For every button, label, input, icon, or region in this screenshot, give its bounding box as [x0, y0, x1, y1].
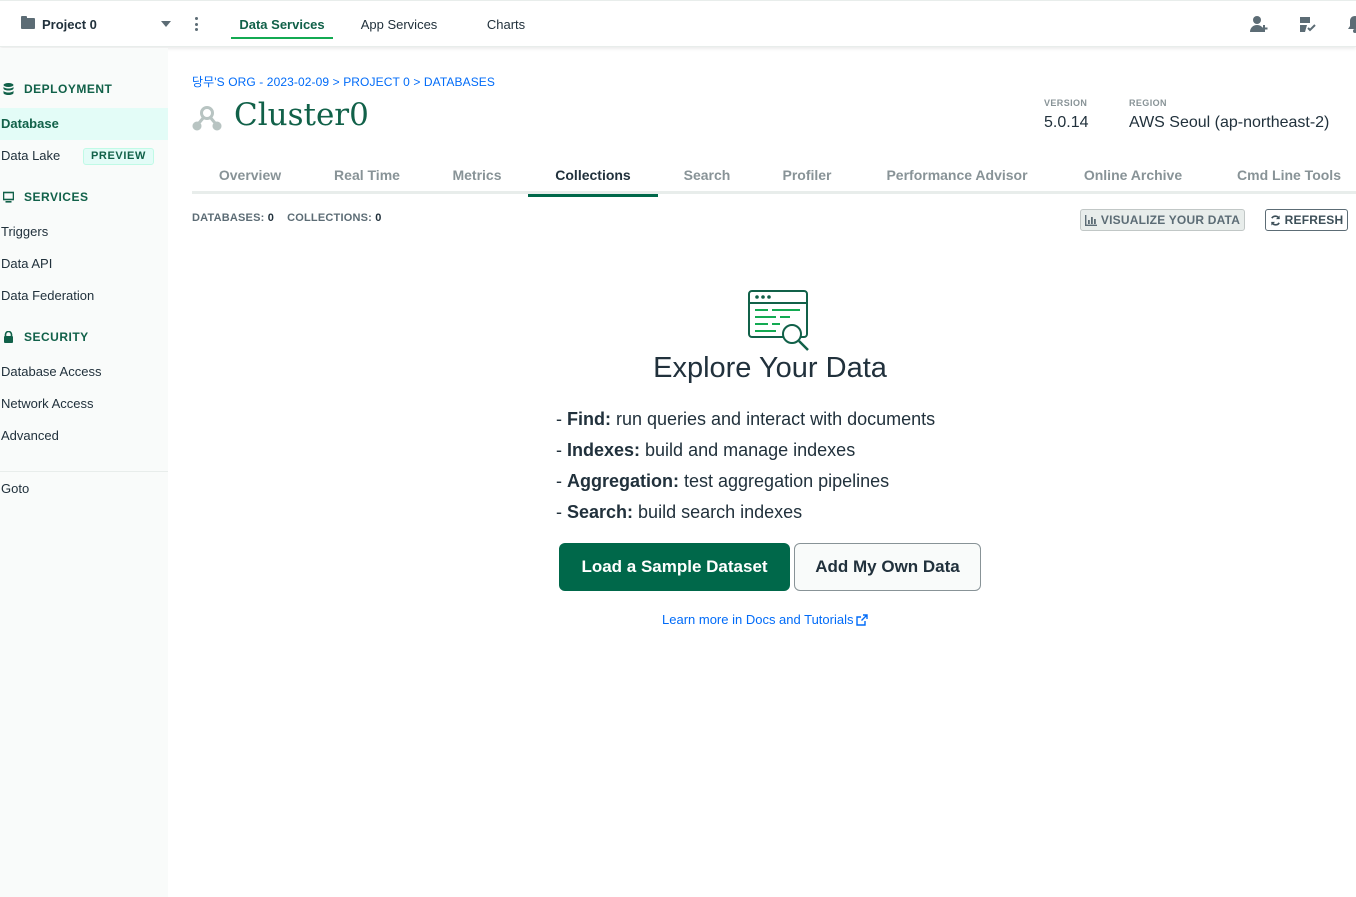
learn-more-link-label: Learn more in Docs and Tutorials — [662, 612, 854, 627]
top-navigation-bar: Project 0 Data Services App Services Cha… — [0, 0, 1356, 47]
sidebar-section-security: SECURITY — [0, 327, 168, 347]
feature-description: run queries and interact with documents — [610, 409, 936, 429]
collections-count-value: 0 — [375, 212, 382, 224]
tab-performance-advisor[interactable]: Performance Advisor — [870, 159, 1044, 194]
version-label: VERSION — [1044, 98, 1088, 108]
more-options-icon[interactable] — [190, 15, 202, 33]
sidebar-section-title: DEPLOYMENT — [24, 82, 113, 96]
region-label: REGION — [1129, 98, 1167, 108]
sidebar-section-services: SERVICES — [0, 187, 168, 207]
databases-count-value: 0 — [267, 212, 275, 224]
bullet-prefix: - — [556, 471, 567, 491]
sidebar-item-database[interactable]: Database — [0, 108, 168, 140]
visualize-button-label: VISUALIZE YOUR DATA — [1100, 213, 1241, 227]
project-name: Project 0 — [42, 17, 97, 32]
breadcrumb-project-link[interactable]: PROJECT 0 — [343, 75, 410, 89]
add-my-own-data-button[interactable]: Add My Own Data — [794, 543, 981, 591]
nav-tab-charts[interactable]: Charts — [478, 1, 534, 47]
tab-collections[interactable]: Collections — [528, 159, 658, 197]
sidebar-item-data-federation[interactable]: Data Federation — [0, 280, 168, 312]
cluster-tabs: Overview Real Time Metrics Collections S… — [192, 159, 1356, 197]
tab-cmd-line-tools[interactable]: Cmd Line Tools — [1222, 159, 1356, 194]
breadcrumb-org-link[interactable]: 당무'S ORG - 2023-02-09 — [192, 75, 329, 89]
lock-icon — [4, 331, 13, 343]
feature-item-aggregation: - Aggregation: test aggregation pipeline… — [556, 469, 935, 500]
feature-item-indexes: - Indexes: build and manage indexes — [556, 438, 935, 469]
feature-list: - Find: run queries and interact with do… — [556, 407, 935, 531]
invite-user-icon[interactable] — [1249, 14, 1269, 34]
preview-badge: PREVIEW — [83, 148, 154, 165]
sidebar-item-triggers[interactable]: Triggers — [0, 216, 168, 248]
tab-online-archive[interactable]: Online Archive — [1068, 159, 1198, 194]
feature-term: Indexes: — [567, 440, 641, 460]
feature-description: build search indexes — [633, 502, 803, 522]
monitor-icon — [3, 191, 14, 203]
bullet-prefix: - — [556, 502, 567, 522]
tab-metrics[interactable]: Metrics — [438, 159, 516, 194]
feature-term: Search: — [567, 502, 634, 522]
chevron-down-icon — [161, 21, 171, 27]
feature-description: test aggregation pipelines — [679, 471, 890, 491]
folder-icon — [21, 16, 35, 29]
breadcrumb: 당무'S ORG - 2023-02-09 > PROJECT 0 > DATA… — [192, 73, 495, 90]
sidebar-item-advanced[interactable]: Advanced — [0, 420, 168, 452]
breadcrumb-separator: > — [413, 75, 421, 89]
tab-overview[interactable]: Overview — [204, 159, 296, 194]
database-stack-icon — [3, 83, 14, 95]
collections-count-label: COLLECTIONS: — [287, 212, 373, 224]
sidebar-item-data-api[interactable]: Data API — [0, 248, 168, 280]
activity-feed-icon[interactable] — [1297, 14, 1317, 34]
tab-search[interactable]: Search — [670, 159, 744, 194]
refresh-button-label: REFRESH — [1284, 213, 1344, 227]
refresh-icon — [1270, 214, 1280, 226]
project-selector[interactable]: Project 0 — [0, 1, 180, 47]
sidebar-section-title: SECURITY — [24, 330, 89, 344]
left-sidebar: DEPLOYMENT Database Data Lake PREVIEW SE… — [0, 48, 168, 897]
explore-your-data-heading: Explore Your Data — [653, 352, 887, 384]
bar-chart-icon — [1084, 214, 1097, 226]
notifications-bell-icon[interactable] — [1345, 14, 1356, 34]
bullet-prefix: - — [556, 409, 567, 429]
feature-term: Find: — [567, 409, 611, 429]
sidebar-section-title: SERVICES — [24, 190, 89, 204]
sidebar-divider — [0, 471, 168, 472]
database-collection-counts: DATABASES: 0 COLLECTIONS: 0 — [192, 212, 382, 224]
feature-item-search: - Search: build search indexes — [556, 500, 935, 531]
nav-tab-app-services[interactable]: App Services — [352, 1, 446, 47]
tab-profiler[interactable]: Profiler — [768, 159, 846, 194]
cluster-name-heading: Cluster0 — [234, 97, 369, 133]
breadcrumb-databases-link[interactable]: DATABASES — [424, 75, 495, 89]
feature-item-find: - Find: run queries and interact with do… — [556, 407, 935, 438]
version-value: 5.0.14 — [1044, 114, 1089, 131]
load-sample-dataset-button[interactable]: Load a Sample Dataset — [559, 543, 790, 591]
breadcrumb-separator: > — [332, 75, 340, 89]
databases-count-label: DATABASES: — [192, 212, 265, 224]
feature-term: Aggregation: — [567, 471, 679, 491]
sidebar-item-label: Data Lake — [1, 148, 61, 163]
learn-more-docs-link[interactable]: Learn more in Docs and Tutorials — [662, 612, 869, 627]
bullet-prefix: - — [556, 440, 567, 460]
external-link-icon — [856, 613, 869, 626]
explore-data-illustration-icon — [748, 290, 809, 351]
sidebar-item-goto[interactable]: Goto — [0, 473, 168, 505]
nav-tab-data-services[interactable]: Data Services — [231, 1, 333, 47]
visualize-your-data-button[interactable]: VISUALIZE YOUR DATA — [1080, 209, 1245, 231]
sidebar-item-data-lake[interactable]: Data Lake PREVIEW — [0, 140, 168, 172]
cluster-icon — [192, 106, 222, 131]
tab-real-time[interactable]: Real Time — [320, 159, 414, 194]
refresh-button[interactable]: REFRESH — [1265, 209, 1348, 231]
sidebar-item-network-access[interactable]: Network Access — [0, 388, 168, 420]
sidebar-item-database-access[interactable]: Database Access — [0, 356, 168, 388]
feature-description: build and manage indexes — [640, 440, 856, 460]
region-value: AWS Seoul (ap-northeast-2) — [1129, 114, 1330, 131]
sidebar-section-deployment: DEPLOYMENT — [0, 79, 168, 99]
